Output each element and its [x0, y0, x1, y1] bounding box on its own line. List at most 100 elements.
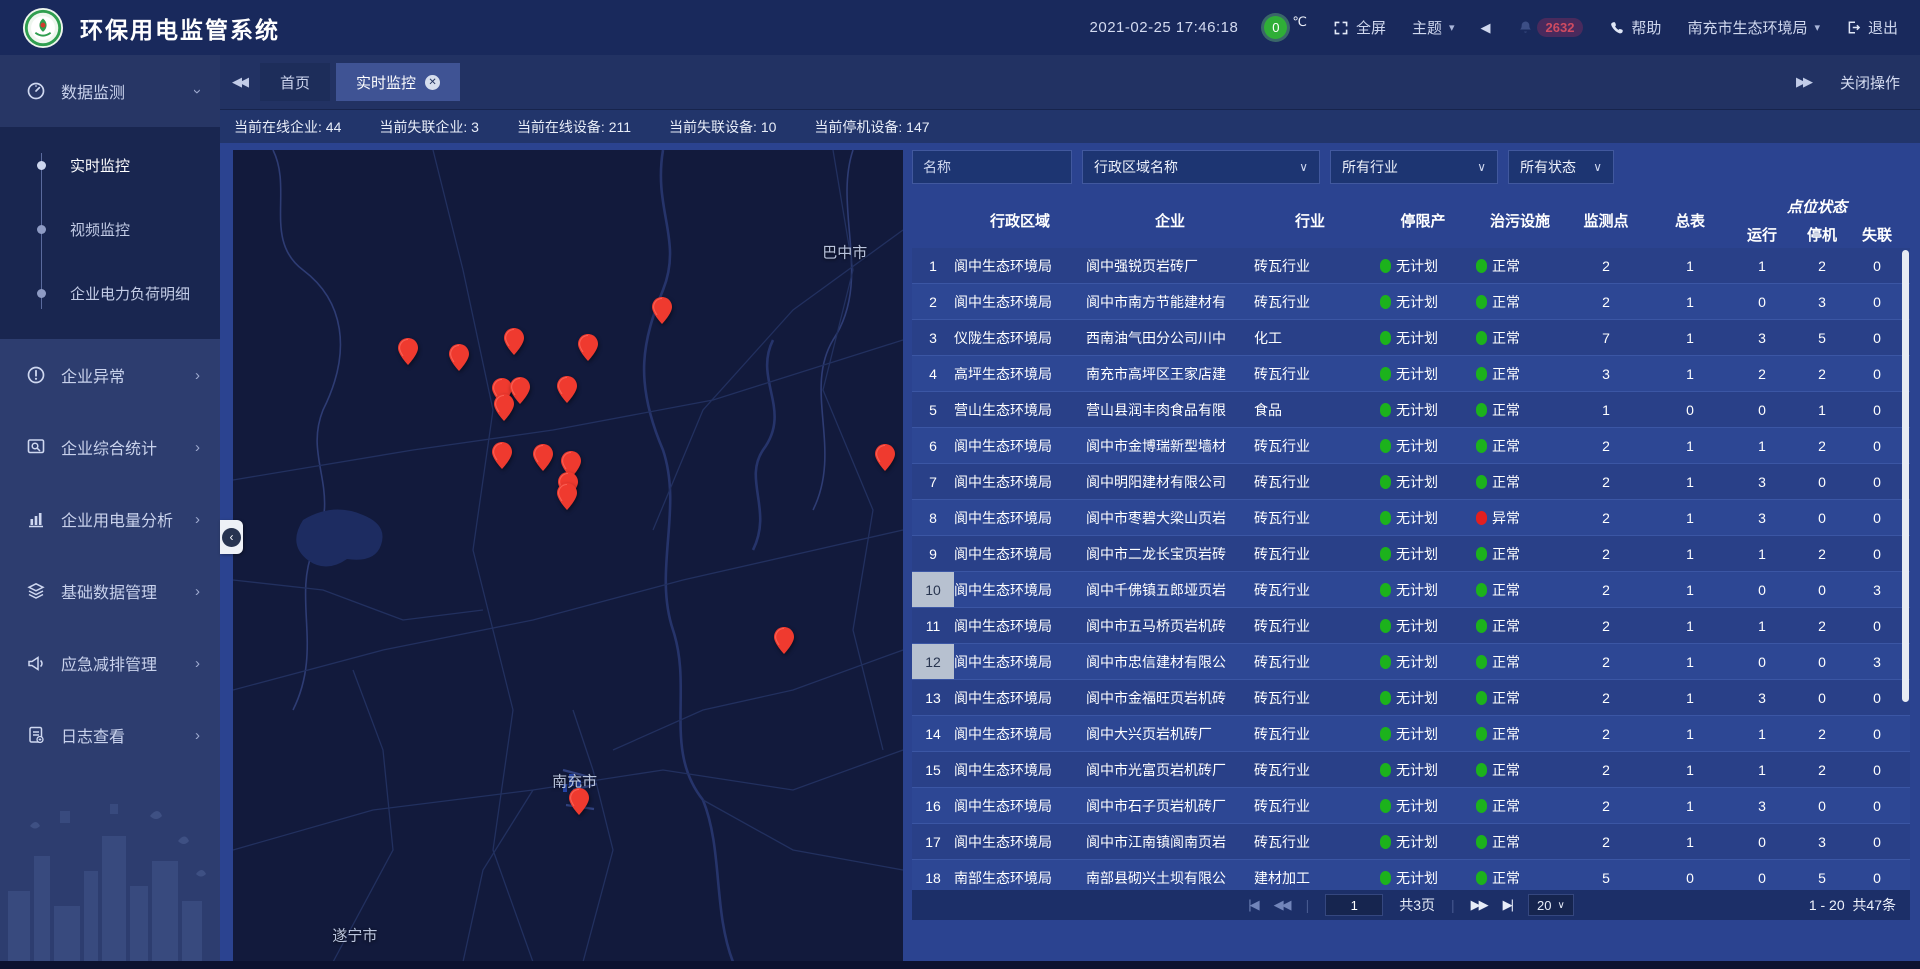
map-pin-icon[interactable] — [449, 344, 469, 371]
sidebar-collapse-button[interactable]: ‹ — [220, 520, 243, 554]
map-pin-icon[interactable] — [504, 328, 524, 355]
map-pin-icon[interactable] — [557, 483, 577, 510]
table-row[interactable]: 12阆中生态环境局阆中市忠信建材有限公砖瓦行业无计划正常21003 — [912, 644, 1910, 680]
sidebar-item-企业用电量分析[interactable]: 企业用电量分析› — [0, 483, 220, 555]
table-row[interactable]: 17阆中生态环境局阆中市江南镇阆南页岩砖瓦行业无计划正常21030 — [912, 824, 1910, 860]
sidebar-item-企业综合统计[interactable]: 企业综合统计› — [0, 411, 220, 483]
fullscreen-button[interactable]: 全屏 — [1333, 17, 1386, 38]
sidebar-subitem-企业电力负荷明细[interactable]: 企业电力负荷明细 — [0, 261, 220, 325]
table-row[interactable]: 6阆中生态环境局阆中市金博瑞新型墙材砖瓦行业无计划正常21120 — [912, 428, 1910, 464]
map-pin-icon[interactable] — [492, 442, 512, 469]
row-halted: 3 — [1792, 834, 1852, 850]
table-row[interactable]: 4高坪生态环境局南充市高坪区王家店建砖瓦行业无计划正常31220 — [912, 356, 1910, 392]
column-header-失联: 失联 — [1852, 224, 1902, 245]
table-row[interactable]: 2阆中生态环境局阆中市南方节能建材有砖瓦行业无计划正常21030 — [912, 284, 1910, 320]
row-facility-status: 正常 — [1466, 616, 1564, 636]
tabs-scroll-left-icon[interactable]: ◀◀ — [232, 74, 246, 90]
table-row[interactable]: 18南部生态环境局南部县砌兴土坝有限公建材加工无计划正常50050 — [912, 860, 1910, 890]
row-facility-status: 正常 — [1466, 544, 1564, 564]
status-dot-icon — [1380, 439, 1391, 453]
tabs-scroll-right-icon[interactable]: ▶▶ — [1796, 74, 1810, 90]
map-pin-icon[interactable] — [494, 394, 514, 421]
map-pin-icon[interactable] — [569, 788, 589, 815]
sidebar-item-日志查看[interactable]: 日志查看› — [0, 699, 220, 771]
row-index: 9 — [912, 536, 954, 571]
next-page-button[interactable]: ▶▶ — [1471, 897, 1487, 913]
region-select[interactable]: 行政区域名称 ∨ — [1082, 150, 1320, 184]
row-index: 16 — [912, 788, 954, 823]
table-row[interactable]: 8阆中生态环境局阆中市枣碧大梁山页岩砖瓦行业无计划异常21300 — [912, 500, 1910, 536]
map-pin-icon[interactable] — [774, 627, 794, 654]
row-facility-status: 异常 — [1466, 508, 1564, 528]
row-company: 阆中市金福旺页岩机砖 — [1086, 688, 1254, 708]
map-pin-icon[interactable] — [533, 444, 553, 471]
row-industry: 砖瓦行业 — [1254, 256, 1366, 276]
page-number-input[interactable] — [1325, 894, 1383, 916]
sidebar-item-应急减排管理[interactable]: 应急减排管理› — [0, 627, 220, 699]
row-lost: 0 — [1852, 258, 1902, 274]
map-panel[interactable]: 巴中市南充市遂宁市 — [233, 150, 903, 962]
map-pin-icon[interactable] — [398, 338, 418, 365]
row-monitor-points: 2 — [1564, 546, 1648, 562]
name-search-input[interactable] — [912, 150, 1072, 184]
table-row[interactable]: 13阆中生态环境局阆中市金福旺页岩机砖砖瓦行业无计划正常21300 — [912, 680, 1910, 716]
sidebar-item-label: 日志查看 — [61, 723, 125, 747]
row-total-meters: 1 — [1648, 654, 1732, 670]
table-row[interactable]: 10阆中生态环境局阆中千佛镇五郎垭页岩砖瓦行业无计划正常21003 — [912, 572, 1910, 608]
map-pin-icon[interactable] — [578, 334, 598, 361]
status-dot-icon — [1476, 403, 1487, 417]
table-row[interactable]: 1阆中生态环境局阆中强锐页岩砖厂砖瓦行业无计划正常21120 — [912, 248, 1910, 284]
table-row[interactable]: 9阆中生态环境局阆中市二龙长宝页岩砖砖瓦行业无计划正常21120 — [912, 536, 1910, 572]
sidebar-item-数据监测[interactable]: 数据监测› — [0, 55, 220, 127]
stats-icon — [26, 437, 46, 457]
last-page-button[interactable]: ▶| — [1503, 897, 1512, 913]
close-icon[interactable]: ✕ — [425, 75, 440, 90]
theme-dropdown[interactable]: 主题 ▾ — [1412, 17, 1455, 38]
table-row[interactable]: 11阆中生态环境局阆中市五马桥页岩机砖砖瓦行业无计划正常21120 — [912, 608, 1910, 644]
map-pin-icon[interactable] — [652, 297, 672, 324]
sidebar-item-企业异常[interactable]: 企业异常› — [0, 339, 220, 411]
sidebar-item-基础数据管理[interactable]: 基础数据管理› — [0, 555, 220, 627]
tab-实时监控[interactable]: 实时监控✕ — [336, 63, 460, 101]
row-company: 阆中市南方节能建材有 — [1086, 292, 1254, 312]
row-lost: 0 — [1852, 618, 1902, 634]
sidebar-subitem-视频监控[interactable]: 视频监控 — [0, 197, 220, 261]
row-total-meters: 1 — [1648, 330, 1732, 346]
row-facility-status: 正常 — [1466, 292, 1564, 312]
table-scrollbar[interactable] — [1902, 250, 1909, 702]
table-row[interactable]: 3仪陇生态环境局西南油气田分公司川中化工无计划正常71350 — [912, 320, 1910, 356]
status-dot-icon — [1380, 835, 1391, 849]
table-row[interactable]: 7阆中生态环境局阆中明阳建材有限公司砖瓦行业无计划正常21300 — [912, 464, 1910, 500]
help-button[interactable]: 帮助 — [1609, 17, 1661, 38]
row-company: 阆中市江南镇阆南页岩 — [1086, 832, 1254, 852]
status-dot-icon — [1476, 331, 1487, 345]
status-dot-icon — [1380, 259, 1391, 273]
table-row[interactable]: 15阆中生态环境局阆中市光富页岩机砖厂砖瓦行业无计划正常21120 — [912, 752, 1910, 788]
sound-toggle-button[interactable]: ◀ — [1481, 20, 1491, 36]
map-pin-icon[interactable] — [875, 444, 895, 471]
row-monitor-points: 2 — [1564, 510, 1648, 526]
row-total-meters: 1 — [1648, 582, 1732, 598]
sidebar-skyline-decoration — [0, 796, 220, 961]
tab-首页[interactable]: 首页 — [260, 63, 330, 101]
first-page-button[interactable]: |◀ — [1248, 897, 1257, 913]
logout-button[interactable]: 退出 — [1846, 17, 1898, 38]
table-row[interactable]: 16阆中生态环境局阆中市石子页岩机砖厂砖瓦行业无计划正常21300 — [912, 788, 1910, 824]
map-pin-icon[interactable] — [557, 376, 577, 403]
page-size-select[interactable]: 20 ∨ — [1528, 894, 1574, 916]
table-row[interactable]: 14阆中生态环境局阆中大兴页岩机砖厂砖瓦行业无计划正常21120 — [912, 716, 1910, 752]
status-select[interactable]: 所有状态 ∨ — [1508, 150, 1614, 184]
column-group-point-status: 点位状态运行停机失联 — [1732, 192, 1902, 248]
close-operations-button[interactable]: 关闭操作 — [1840, 72, 1900, 93]
table-row[interactable]: 5营山生态环境局营山县润丰肉食品有限食品无计划正常10010 — [912, 392, 1910, 428]
chevron-left-icon: › — [195, 583, 200, 600]
row-monitor-points: 2 — [1564, 294, 1648, 310]
pagination-bar: |◀ ◀◀ | 共3页 | ▶▶ ▶| 20 ∨ 1 - 20 共47条 — [912, 890, 1910, 920]
org-dropdown[interactable]: 南充市生态环境局 ▾ — [1687, 17, 1820, 38]
industry-select[interactable]: 所有行业 ∨ — [1330, 150, 1498, 184]
prev-page-button[interactable]: ◀◀ — [1274, 897, 1290, 913]
row-industry: 砖瓦行业 — [1254, 724, 1366, 744]
row-region: 南部生态环境局 — [954, 868, 1086, 888]
notification-area[interactable]: 2632 — [1517, 18, 1584, 37]
sidebar-subitem-实时监控[interactable]: 实时监控 — [0, 133, 220, 197]
